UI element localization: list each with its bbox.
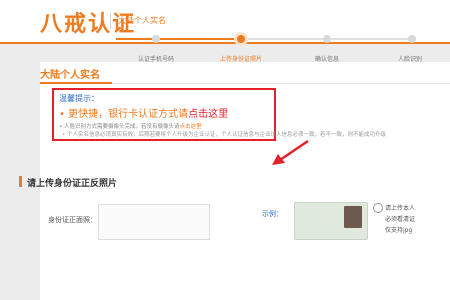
- step-label-upload-id: 上传身份证照片: [219, 56, 263, 63]
- step-dot-phone: [152, 35, 160, 43]
- upload-tip-2: 必须看清证: [385, 216, 416, 223]
- step-label-face: 人脸识别: [397, 56, 423, 63]
- section-title: 请上传身份证正反照片: [27, 179, 118, 189]
- id-front-label: 身份证正面照：: [48, 216, 97, 224]
- notice-main-text: • 更快捷，银行卡认证方式请: [59, 109, 189, 120]
- upload-tip-1: 请上传本人: [385, 205, 416, 212]
- logo-divider: [110, 13, 111, 29]
- header-subtitle: 大陆个人实名: [118, 16, 166, 25]
- notice-main-line: • 更快捷，银行卡认证方式请点击这里: [59, 105, 228, 120]
- section-marker: [19, 176, 22, 187]
- step-label-confirm: 确认信息: [314, 56, 340, 63]
- id-front-upload[interactable]: [98, 204, 210, 240]
- notice-title: 温馨提示：: [59, 94, 99, 103]
- step-dot-confirm: [323, 35, 331, 43]
- notice-note: • 个人实名信息必须真实有效，后期若要将个人升级为企业认证，个人认证信息与企业法…: [62, 132, 386, 138]
- bank-card-link[interactable]: 点击这里: [188, 109, 228, 120]
- title-underline: [40, 82, 112, 84]
- red-arrow-icon: [272, 139, 309, 165]
- info-icon: [373, 203, 383, 213]
- page-title: 大陆个人实名: [40, 70, 100, 81]
- progress-track-completed: [116, 38, 239, 40]
- step-dot-upload-id: [237, 35, 245, 43]
- id-portrait-image: [344, 206, 362, 228]
- upload-tip-3: 仅支持jpg: [385, 227, 413, 234]
- example-label: 示例：: [262, 210, 283, 218]
- notice-sub-line: • 人脸识别方式需要摄像头完成，若没有摄像头请点击这里: [59, 122, 202, 130]
- step-dot-face: [408, 35, 416, 43]
- step-label-phone: 认证手机号码: [137, 56, 175, 63]
